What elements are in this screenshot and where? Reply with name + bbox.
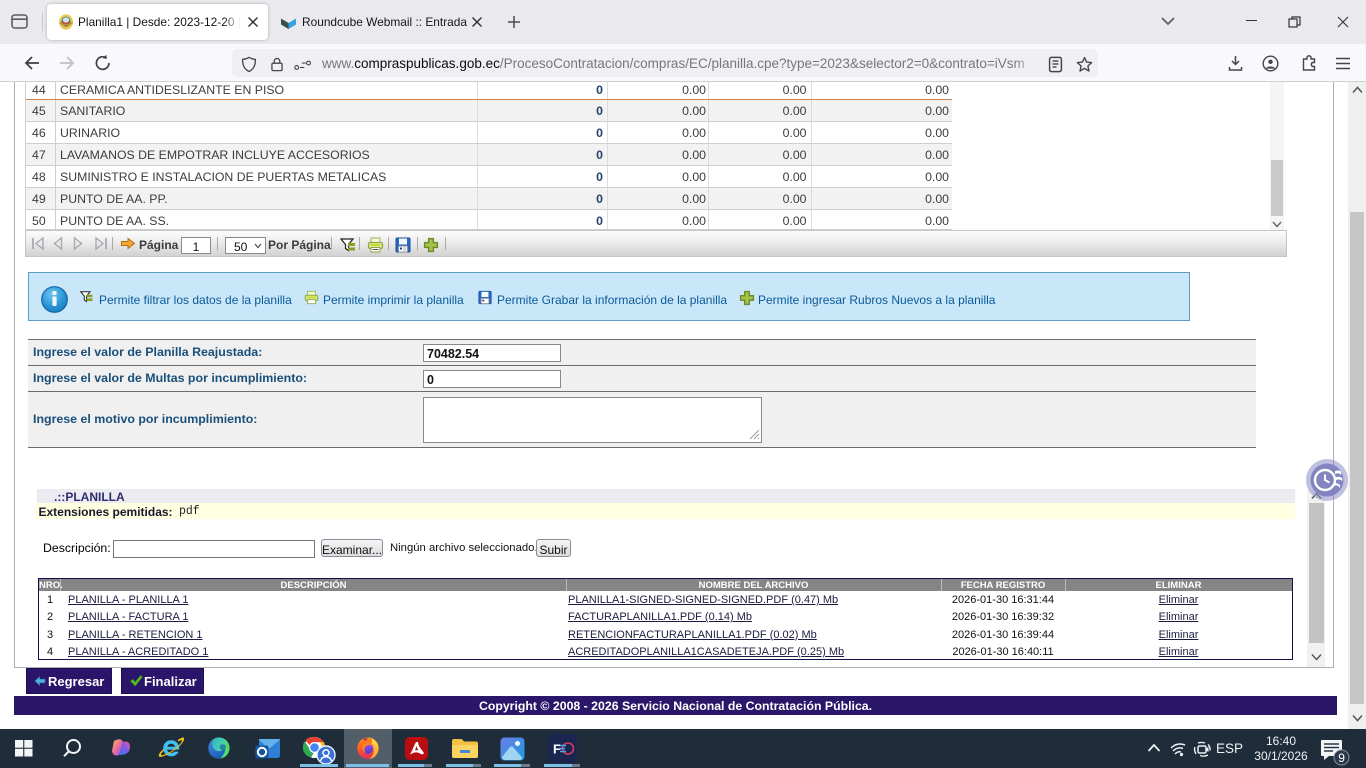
svg-text:9: 9 [1338,751,1345,765]
